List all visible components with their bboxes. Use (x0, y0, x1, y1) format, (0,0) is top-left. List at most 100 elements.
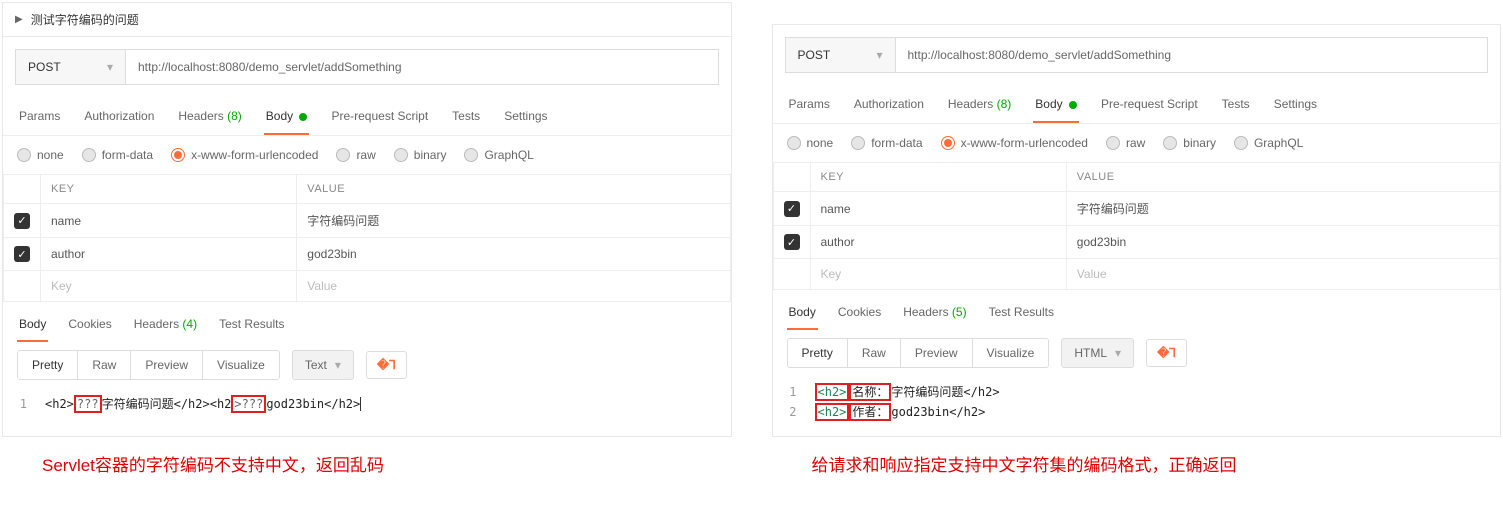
radio-icon (171, 148, 185, 162)
chevron-down-icon: ▾ (107, 60, 113, 74)
cell-value[interactable]: god23bin (1066, 226, 1499, 259)
th-value: VALUE (1066, 163, 1499, 192)
response-body[interactable]: 1 <h2>???字符编码问题</h2><h2>???god23bin</h2> (3, 388, 731, 428)
btn-visualize[interactable]: Visualize (203, 351, 279, 379)
btn-raw[interactable]: Raw (78, 351, 131, 379)
tab-params[interactable]: Params (787, 91, 832, 123)
response-tabs: Body Cookies Headers (4) Test Results (3, 302, 731, 342)
btn-preview[interactable]: Preview (131, 351, 203, 379)
tab-headers[interactable]: Headers (8) (946, 91, 1013, 123)
radio-graphql[interactable]: GraphQL (464, 148, 533, 162)
btn-pretty[interactable]: Pretty (788, 339, 848, 367)
chevron-right-icon: ▶ (15, 14, 23, 25)
btn-preview[interactable]: Preview (901, 339, 973, 367)
cell-value-placeholder[interactable]: Value (1066, 259, 1499, 290)
radio-urlencoded[interactable]: x-www-form-urlencoded (941, 136, 1088, 150)
radio-icon (787, 136, 801, 150)
rtab-body[interactable]: Body (787, 300, 818, 330)
method-select[interactable]: POST ▾ (16, 50, 126, 84)
tab-settings[interactable]: Settings (502, 103, 549, 135)
wrap-icon: �⅂ (1157, 346, 1176, 360)
code-line: 1 <h2>名称：字符编码问题</h2> (787, 382, 1487, 402)
tab-headers[interactable]: Headers (8) (176, 103, 243, 135)
cursor (360, 397, 361, 411)
rtab-headers[interactable]: Headers (4) (132, 312, 199, 342)
radio-urlencoded[interactable]: x-www-form-urlencoded (171, 148, 318, 162)
headers-count: (4) (182, 317, 197, 331)
rtab-test-results[interactable]: Test Results (987, 300, 1056, 330)
radio-icon (464, 148, 478, 162)
btn-raw[interactable]: Raw (848, 339, 901, 367)
radio-binary[interactable]: binary (1163, 136, 1216, 150)
tab-settings[interactable]: Settings (1272, 91, 1319, 123)
request-name: 测试字符编码的问题 (31, 11, 139, 28)
tab-prerequest[interactable]: Pre-request Script (1099, 91, 1200, 123)
wrap-icon: �⅂ (377, 358, 396, 372)
table-row[interactable]: ✓ authorgod23bin (4, 238, 731, 271)
request-name-row[interactable]: ▶ 测试字符编码的问题 (3, 3, 731, 37)
checkbox-icon[interactable]: ✓ (14, 246, 30, 262)
checkbox-icon[interactable]: ✓ (784, 201, 800, 217)
radio-raw[interactable]: raw (1106, 136, 1145, 150)
tab-authorization[interactable]: Authorization (852, 91, 926, 123)
tab-body[interactable]: Body (264, 103, 310, 135)
cell-key[interactable]: author (810, 226, 1066, 259)
table-row[interactable]: ✓ authorgod23bin (773, 226, 1500, 259)
format-select[interactable]: HTML ▾ (1061, 338, 1134, 368)
highlight-box: 名称： (849, 383, 891, 401)
radio-none[interactable]: none (17, 148, 64, 162)
format-select[interactable]: Text ▾ (292, 350, 354, 380)
tab-authorization[interactable]: Authorization (82, 103, 156, 135)
tab-tests[interactable]: Tests (1220, 91, 1252, 123)
radio-icon (1234, 136, 1248, 150)
cell-value[interactable]: 字符编码问题 (297, 204, 730, 238)
cell-key-placeholder[interactable]: Key (810, 259, 1066, 290)
btn-visualize[interactable]: Visualize (973, 339, 1049, 367)
response-body[interactable]: 1 <h2>名称：字符编码问题</h2> 2 <h2>作者：god23bin</… (773, 376, 1501, 436)
url-input[interactable] (126, 50, 718, 84)
cell-value[interactable]: 字符编码问题 (1066, 192, 1499, 226)
highlight-box: <h2> (815, 383, 850, 401)
tab-body[interactable]: Body (1033, 91, 1079, 123)
tab-prerequest[interactable]: Pre-request Script (329, 103, 430, 135)
rtab-test-results[interactable]: Test Results (217, 312, 286, 342)
rtab-body[interactable]: Body (17, 312, 48, 342)
table-row[interactable]: ✓ name字符编码问题 (4, 204, 731, 238)
radio-none[interactable]: none (787, 136, 834, 150)
cell-key-placeholder[interactable]: Key (41, 271, 297, 302)
radio-graphql[interactable]: GraphQL (1234, 136, 1303, 150)
radio-form-data[interactable]: form-data (851, 136, 922, 150)
radio-binary[interactable]: binary (394, 148, 447, 162)
cell-key[interactable]: author (41, 238, 297, 271)
cell-key[interactable]: name (41, 204, 297, 238)
rtab-cookies[interactable]: Cookies (836, 300, 883, 330)
chevron-down-icon: ▾ (1115, 346, 1121, 360)
radio-raw[interactable]: raw (336, 148, 375, 162)
table-row[interactable]: ✓ name字符编码问题 (773, 192, 1500, 226)
table-row-empty[interactable]: KeyValue (4, 271, 731, 302)
checkbox-icon[interactable]: ✓ (784, 234, 800, 250)
highlight-box: 作者： (849, 403, 891, 421)
line-number: 1 (787, 382, 797, 402)
radio-form-data[interactable]: form-data (82, 148, 153, 162)
rtab-cookies[interactable]: Cookies (66, 312, 113, 342)
btn-pretty[interactable]: Pretty (18, 351, 78, 379)
cell-key[interactable]: name (810, 192, 1066, 226)
wrap-button[interactable]: �⅂ (366, 351, 407, 379)
rtab-headers[interactable]: Headers (5) (901, 300, 968, 330)
method-select[interactable]: POST ▾ (786, 38, 896, 72)
wrap-button[interactable]: �⅂ (1146, 339, 1187, 367)
method-label: POST (28, 60, 61, 74)
code-line: 1 <h2>???字符编码问题</h2><h2>???god23bin</h2> (17, 394, 717, 414)
table-row-empty[interactable]: KeyValue (773, 259, 1500, 290)
tab-params[interactable]: Params (17, 103, 62, 135)
cell-value-placeholder[interactable]: Value (297, 271, 730, 302)
request-tabs: Params Authorization Headers (8) Body Pr… (3, 97, 731, 136)
url-input[interactable] (896, 38, 1488, 72)
th-key: KEY (810, 163, 1066, 192)
cell-value[interactable]: god23bin (297, 238, 730, 271)
radio-icon (336, 148, 350, 162)
checkbox-icon[interactable]: ✓ (14, 213, 30, 229)
chevron-down-icon: ▾ (876, 48, 882, 62)
tab-tests[interactable]: Tests (450, 103, 482, 135)
